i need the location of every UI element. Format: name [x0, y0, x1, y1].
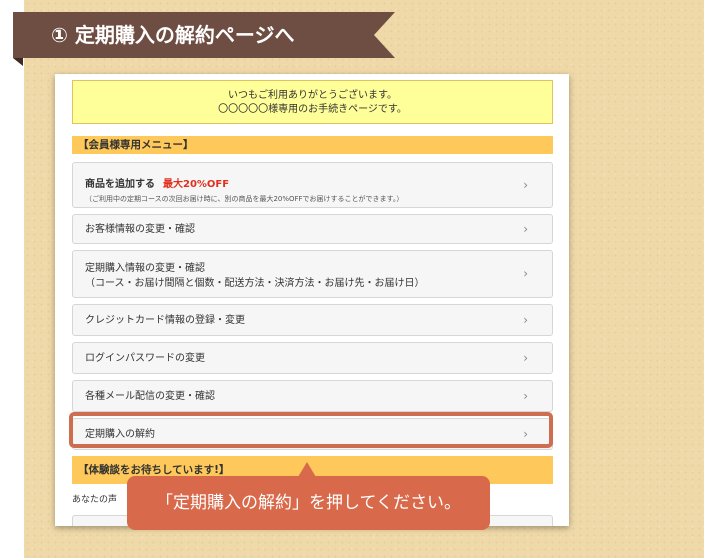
- step-title-banner: ① 定期購入の解約ページへ: [13, 12, 395, 58]
- instruction-callout: 「定期購入の解約」を押してください。: [127, 476, 490, 530]
- menu-item-label: 定期購入情報の変更・確認: [85, 263, 205, 274]
- menu-item-label: クレジットカード情報の登録・変更: [85, 315, 245, 326]
- menu-item-note: （ご利用中の定期コースの次回お届け時に、別の商品を最大20%OFFでお届けするこ…: [85, 195, 404, 203]
- chevron-right-icon: ›: [523, 351, 528, 365]
- menu-item-add-product[interactable]: 商品を追加する 最大20%OFF （ご利用中の定期コースの次回お届け時に、別の商品…: [72, 162, 553, 208]
- menu-item-password[interactable]: ログインパスワードの変更 ›: [72, 342, 553, 374]
- chevron-right-icon: ›: [523, 178, 528, 192]
- banner-fold: [13, 58, 23, 66]
- callout-pointer: [298, 462, 316, 477]
- menu-item-credit-card[interactable]: クレジットカード情報の登録・変更 ›: [72, 304, 553, 336]
- callout-text: 「定期購入の解約」を押してください。: [156, 493, 461, 513]
- welcome-notice: いつもご利用ありがとうございます。 〇〇〇〇〇様専用のお手続きページです。: [72, 80, 553, 124]
- discount-label: 最大20%OFF: [163, 179, 230, 190]
- chevron-right-icon: ›: [523, 313, 528, 327]
- menu-item-email-settings[interactable]: 各種メール配信の変更・確認 ›: [72, 380, 553, 412]
- menu-item-note: （コース・お届け間隔と個数・配送方法・決済方法・お届け先・お届け日）: [85, 278, 425, 289]
- chevron-right-icon: ›: [523, 389, 528, 403]
- notice-line-2: 〇〇〇〇〇様専用のお手続きページです。: [218, 104, 407, 115]
- step-title: ① 定期購入の解約ページへ: [51, 23, 295, 47]
- chevron-right-icon: ›: [523, 222, 528, 236]
- menu-item-label: 商品を追加する: [85, 179, 155, 190]
- chevron-right-icon: ›: [523, 266, 528, 281]
- member-page: いつもご利用ありがとうございます。 〇〇〇〇〇様専用のお手続きページです。 【会…: [72, 80, 553, 526]
- member-menu-header: 【会員様専用メニュー】: [72, 136, 553, 154]
- menu-item-label: ログインパスワードの変更: [85, 353, 205, 364]
- member-menu: 商品を追加する 最大20%OFF （ご利用中の定期コースの次回お届け時に、別の商品…: [72, 162, 553, 450]
- notice-line-1: いつもご利用ありがとうございます。: [228, 90, 397, 101]
- menu-item-customer-info[interactable]: お客様情報の変更・確認 ›: [72, 214, 553, 244]
- menu-item-label: 各種メール配信の変更・確認: [85, 391, 215, 402]
- menu-item-label: お客様情報の変更・確認: [85, 224, 195, 235]
- embedded-screenshot: いつもご利用ありがとうございます。 〇〇〇〇〇様専用のお手続きページです。 【会…: [55, 74, 569, 526]
- cancel-highlight-frame: [69, 412, 553, 448]
- menu-item-subscription-info[interactable]: 定期購入情報の変更・確認 （コース・お届け間隔と個数・配送方法・決済方法・お届け…: [72, 250, 553, 298]
